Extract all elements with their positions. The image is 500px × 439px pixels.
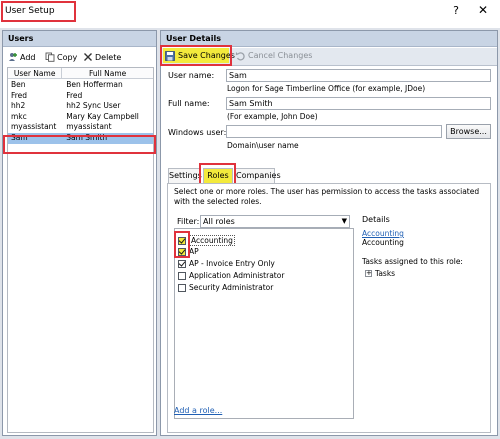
highlight-box-save bbox=[160, 45, 232, 66]
details-heading: Details bbox=[362, 215, 390, 224]
add-user-button[interactable]: Add bbox=[8, 50, 36, 64]
full-name-cell: hh2 Sync User bbox=[66, 101, 121, 111]
full-name-field[interactable]: Sam Smith bbox=[226, 97, 491, 110]
column-header-full-name[interactable]: Full Name bbox=[62, 68, 153, 78]
full-name-hint: (For example, John Doe) bbox=[227, 112, 318, 121]
role-checkbox[interactable] bbox=[178, 283, 186, 292]
copy-label: Copy bbox=[57, 52, 78, 62]
filter-dropdown[interactable]: All roles ▼ bbox=[200, 215, 350, 228]
add-role-link[interactable]: Add a role... bbox=[174, 406, 222, 415]
highlight-box-selected-user bbox=[3, 135, 156, 154]
role-label: Application Administrator bbox=[189, 271, 285, 280]
full-name-cell: myassistant bbox=[66, 122, 112, 132]
tasks-node-label: Tasks bbox=[375, 268, 396, 278]
delete-label: Delete bbox=[95, 52, 122, 62]
role-item-ap-invoice[interactable]: AP - Invoice Entry Only bbox=[178, 258, 275, 269]
user-list-header: User Name Full Name bbox=[8, 68, 153, 79]
tasks-tree-node[interactable]: + Tasks bbox=[365, 268, 395, 278]
role-item-app-admin[interactable]: Application Administrator bbox=[178, 270, 284, 281]
chevron-down-icon: ▼ bbox=[341, 217, 347, 225]
role-label: Security Administrator bbox=[189, 283, 274, 292]
user-row[interactable]: hh2 hh2 Sync User bbox=[8, 101, 153, 112]
undo-icon bbox=[235, 51, 245, 61]
user-list: User Name Full Name Ben Ben Hofferman Fr… bbox=[7, 67, 154, 433]
user-name-cell: hh2 bbox=[11, 101, 26, 111]
users-panel: Users Add Copy Delete User Name Full Nam… bbox=[2, 30, 157, 436]
tab-settings[interactable]: Settings bbox=[168, 168, 202, 183]
role-label: AP bbox=[189, 247, 199, 256]
windows-user-hint: Domain\user name bbox=[227, 141, 299, 150]
filter-label: Filter: bbox=[177, 217, 200, 226]
expand-plus-icon[interactable]: + bbox=[365, 269, 372, 277]
close-button[interactable]: ✕ bbox=[474, 3, 492, 21]
users-panel-title: Users bbox=[3, 31, 156, 47]
user-row[interactable]: myassistant myassistant bbox=[8, 122, 153, 133]
role-label: Accounting bbox=[189, 235, 235, 246]
user-name-cell: Ben bbox=[11, 80, 26, 89]
highlight-box-roles-tab bbox=[199, 163, 236, 185]
user-row[interactable]: Fred Fred bbox=[8, 91, 153, 102]
windows-user-label: Windows user: bbox=[168, 128, 227, 137]
full-name-cell: Fred bbox=[66, 90, 83, 100]
highlight-box-checkboxes bbox=[174, 231, 190, 258]
filter-value: All roles bbox=[203, 217, 235, 226]
tasks-heading: Tasks assigned to this role: bbox=[362, 257, 463, 266]
user-row[interactable]: Ben Ben Hofferman bbox=[8, 80, 153, 91]
full-name-label: Full name: bbox=[168, 99, 210, 108]
user-name-hint: Logon for Sage Timberline Office (for ex… bbox=[227, 84, 426, 93]
role-checkbox[interactable] bbox=[178, 259, 186, 268]
user-name-cell: mkc bbox=[11, 111, 27, 121]
cancel-changes-label: Cancel Changes bbox=[248, 51, 313, 60]
add-user-icon bbox=[8, 52, 18, 62]
help-button[interactable]: ? bbox=[448, 4, 464, 20]
windows-user-field[interactable] bbox=[226, 125, 442, 138]
delete-user-button[interactable]: Delete bbox=[83, 50, 121, 64]
roles-list bbox=[174, 228, 354, 419]
full-name-cell: Mary Kay Campbell bbox=[66, 111, 139, 121]
role-link[interactable]: Accounting bbox=[362, 229, 404, 238]
cancel-changes-button[interactable]: Cancel Changes bbox=[235, 49, 312, 62]
title-bar: User Setup ? ✕ bbox=[0, 0, 500, 26]
user-row[interactable]: mkc Mary Kay Campbell bbox=[8, 112, 153, 123]
add-label: Add bbox=[20, 52, 36, 62]
role-name-text: Accounting bbox=[362, 238, 404, 247]
role-checkbox[interactable] bbox=[178, 271, 186, 280]
user-name-cell: Fred bbox=[11, 90, 28, 100]
role-item-security-admin[interactable]: Security Administrator bbox=[178, 282, 273, 293]
highlight-box-title bbox=[1, 1, 76, 22]
delete-x-icon bbox=[83, 52, 93, 62]
column-header-user-name[interactable]: User Name bbox=[8, 68, 63, 78]
user-name-field[interactable]: Sam bbox=[226, 69, 491, 82]
roles-description: Select one or more roles. The user has p… bbox=[174, 187, 480, 206]
copy-icon bbox=[45, 52, 55, 62]
browse-button[interactable]: Browse... bbox=[446, 124, 491, 139]
role-label: AP - Invoice Entry Only bbox=[189, 259, 275, 268]
copy-user-button[interactable]: Copy bbox=[45, 50, 77, 64]
tab-companies[interactable]: Companies bbox=[235, 168, 281, 183]
user-name-cell: myassistant bbox=[11, 122, 57, 132]
user-name-label: User name: bbox=[168, 71, 215, 80]
full-name-cell: Ben Hofferman bbox=[66, 80, 123, 89]
